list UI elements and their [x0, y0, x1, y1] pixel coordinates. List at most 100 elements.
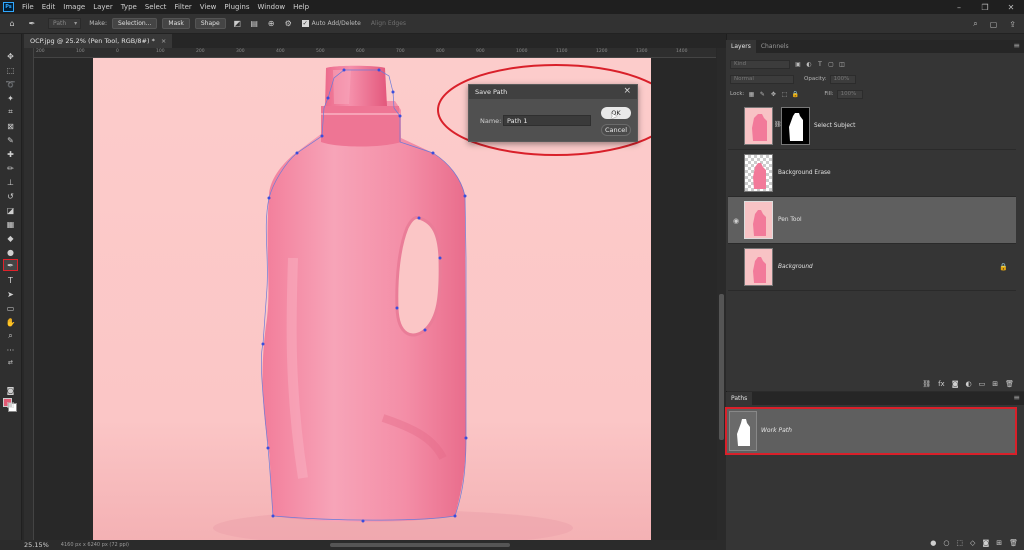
- add-mask-path-icon[interactable]: ◙: [982, 539, 989, 547]
- filter-adjust-icon[interactable]: ◐: [805, 60, 813, 68]
- tab-paths[interactable]: Paths: [726, 392, 753, 405]
- fill-path-icon[interactable]: ●: [930, 539, 936, 547]
- new-layer-icon[interactable]: ⊞: [992, 380, 998, 388]
- blur-tool-icon[interactable]: ◆: [3, 232, 18, 244]
- magic-wand-tool-icon[interactable]: ✦: [3, 92, 18, 104]
- visibility-toggle[interactable]: [731, 123, 741, 131]
- type-tool-icon[interactable]: T: [3, 274, 18, 286]
- document-tab[interactable]: OCP.jpg @ 25.2% (Pen Tool, RGB/8#) * ×: [24, 34, 173, 48]
- horizontal-ruler[interactable]: 200 100 0 100 200 300 400 500 600 700 800 900 1000 11…: [34, 48, 716, 58]
- opacity-input[interactable]: 100%: [829, 74, 856, 84]
- layer-style-icon[interactable]: fx: [938, 380, 945, 388]
- tab-channels[interactable]: Channels: [756, 40, 794, 53]
- make-mask-button[interactable]: Mask: [162, 18, 190, 29]
- lock-transparency-icon[interactable]: ▦: [747, 90, 755, 98]
- layer-filter-kind[interactable]: Kind: [730, 59, 790, 69]
- vertical-scroll-thumb[interactable]: [719, 294, 724, 440]
- zoom-level[interactable]: 25.15%: [24, 541, 49, 549]
- settings-gear-icon[interactable]: ⚙: [283, 18, 294, 29]
- layer-name[interactable]: Background: [778, 264, 813, 270]
- menu-file[interactable]: File: [18, 3, 38, 11]
- lock-all-icon[interactable]: 🔒: [791, 90, 799, 98]
- pen-tool-icon[interactable]: ✒: [3, 259, 18, 271]
- move-tool-icon[interactable]: ✥: [3, 50, 18, 62]
- crop-tool-icon[interactable]: ⌗: [3, 106, 18, 118]
- cancel-button[interactable]: Cancel: [601, 124, 631, 136]
- menu-filter[interactable]: Filter: [170, 3, 195, 11]
- healing-brush-icon[interactable]: ✚: [3, 148, 18, 160]
- path-operations-icon[interactable]: ◩: [232, 18, 243, 29]
- horizontal-scroll-thumb[interactable]: [330, 543, 510, 547]
- clone-stamp-icon[interactable]: ⊥: [3, 176, 18, 188]
- close-tab-icon[interactable]: ×: [161, 37, 166, 45]
- visibility-toggle[interactable]: [731, 170, 741, 178]
- workspace-icon[interactable]: ▢: [990, 20, 998, 29]
- restore-icon[interactable]: ❐: [972, 0, 998, 14]
- path-name-input[interactable]: [503, 115, 591, 126]
- panel-menu-icon[interactable]: ≡: [1013, 41, 1020, 50]
- lock-position-icon[interactable]: ✥: [769, 90, 777, 98]
- paths-menu-icon[interactable]: ≡: [1013, 393, 1020, 402]
- path-selection-icon[interactable]: ➤: [3, 288, 18, 300]
- path-arrangement-icon[interactable]: ⊕: [266, 18, 277, 29]
- make-shape-button[interactable]: Shape: [194, 18, 226, 29]
- search-icon[interactable]: ⌕: [973, 19, 977, 29]
- dialog-close-icon[interactable]: ×: [623, 86, 631, 96]
- adjustment-layer-icon[interactable]: ◐: [966, 380, 972, 388]
- menu-edit[interactable]: Edit: [38, 3, 60, 11]
- zoom-tool-icon[interactable]: ⌕: [3, 330, 18, 342]
- history-brush-icon[interactable]: ↺: [3, 190, 18, 202]
- layer-row-selected[interactable]: ◉ Pen Tool: [728, 197, 1016, 244]
- menu-plugins[interactable]: Plugins: [220, 3, 253, 11]
- home-icon[interactable]: ⌂: [4, 17, 20, 31]
- filter-shape-icon[interactable]: ▢: [827, 60, 835, 68]
- vertical-ruler[interactable]: [24, 48, 34, 540]
- link-layers-icon[interactable]: ⛓: [922, 380, 931, 388]
- close-window-icon[interactable]: ✕: [998, 0, 1024, 14]
- menu-help[interactable]: Help: [289, 3, 313, 11]
- vertical-scrollbar[interactable]: [717, 48, 726, 540]
- menu-type[interactable]: Type: [117, 3, 141, 11]
- rectangle-tool-icon[interactable]: ▭: [3, 302, 18, 314]
- visibility-toggle[interactable]: [731, 264, 741, 272]
- menu-window[interactable]: Window: [253, 3, 289, 11]
- delete-path-icon[interactable]: 🗑: [1009, 539, 1018, 547]
- menu-layer[interactable]: Layer: [89, 3, 117, 11]
- minimize-icon[interactable]: –: [946, 0, 972, 14]
- lock-pixels-icon[interactable]: ✎: [758, 90, 766, 98]
- layer-name[interactable]: Select Subject: [814, 123, 855, 129]
- swap-colors-icon[interactable]: ⇄: [3, 356, 18, 368]
- lock-artboard-icon[interactable]: ⬚: [780, 90, 788, 98]
- path-alignment-icon[interactable]: ▤: [249, 18, 260, 29]
- dodge-tool-icon[interactable]: ●: [3, 246, 18, 258]
- tab-layers[interactable]: Layers: [726, 40, 756, 53]
- gradient-tool-icon[interactable]: ▦: [3, 218, 18, 230]
- add-mask-icon[interactable]: ◙: [952, 380, 959, 388]
- layer-row[interactable]: Background Erase: [728, 150, 1016, 197]
- layer-row[interactable]: Background 🔒: [728, 244, 1016, 291]
- lasso-tool-icon[interactable]: ➰: [3, 78, 18, 90]
- make-selection-button[interactable]: Selection...: [112, 18, 158, 29]
- layer-row[interactable]: ⛓ Select Subject: [728, 103, 1016, 150]
- layer-name[interactable]: Pen Tool: [778, 217, 802, 223]
- new-path-icon[interactable]: ⊞: [996, 539, 1002, 547]
- document-info[interactable]: 4160 px x 6240 px (72 ppi): [61, 542, 129, 548]
- pen-tool-preset-icon[interactable]: ✒: [24, 17, 40, 31]
- quick-mask-icon[interactable]: ◙: [3, 384, 18, 396]
- layer-name[interactable]: Background Erase: [778, 170, 831, 176]
- share-icon[interactable]: ⇪: [1009, 20, 1016, 29]
- fill-input[interactable]: 100%: [836, 89, 863, 99]
- filter-type-icon[interactable]: T: [816, 60, 824, 68]
- hand-tool-icon[interactable]: ✋: [3, 316, 18, 328]
- filter-pixel-icon[interactable]: ▣: [794, 60, 802, 68]
- menu-image[interactable]: Image: [59, 3, 89, 11]
- screen-mode-icon[interactable]: ▣: [3, 398, 18, 410]
- eyedropper-tool-icon[interactable]: ✎: [3, 134, 18, 146]
- pen-mode-select[interactable]: Path: [48, 18, 82, 29]
- eye-icon[interactable]: ◉: [731, 217, 741, 225]
- more-tools-icon[interactable]: ···: [3, 344, 18, 356]
- path-name[interactable]: Work Path: [761, 427, 792, 434]
- menu-view[interactable]: View: [196, 3, 221, 11]
- new-group-icon[interactable]: ▭: [979, 380, 986, 388]
- delete-layer-icon[interactable]: 🗑: [1005, 380, 1014, 388]
